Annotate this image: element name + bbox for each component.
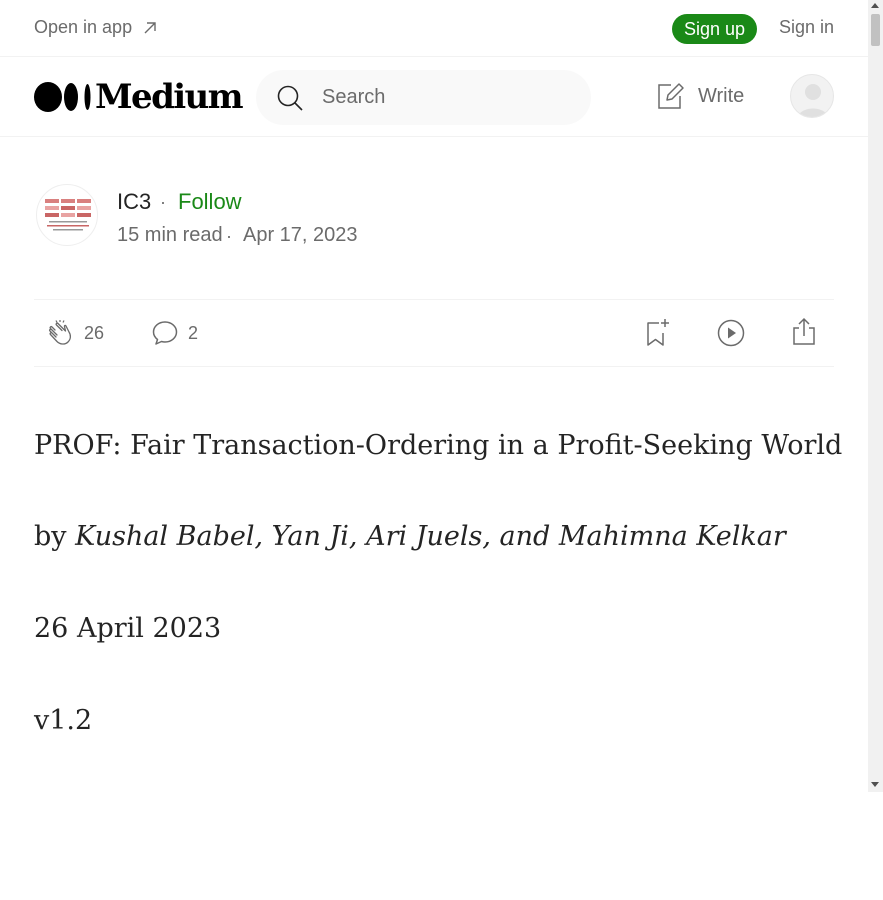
article-title-paragraph: PROF: Fair Transaction-Ordering in a Pro…	[34, 430, 843, 461]
search-bar[interactable]	[256, 70, 591, 125]
article-version: v1.2	[34, 705, 93, 736]
write-button[interactable]: Write	[655, 81, 744, 111]
article-date: 26 April 2023	[34, 613, 222, 644]
bookmark-button[interactable]	[642, 318, 672, 348]
user-avatar[interactable]	[790, 74, 834, 118]
responses-button[interactable]: 2	[150, 318, 198, 348]
medium-logo[interactable]: Medium	[34, 77, 244, 117]
open-in-app-label: Open in app	[34, 17, 133, 37]
listen-button[interactable]	[716, 318, 746, 348]
top-banner: Open in app Sign up Sign in	[0, 0, 868, 57]
clap-icon	[49, 320, 72, 345]
publication-avatar[interactable]	[36, 184, 98, 246]
separator-dot: ·	[160, 192, 166, 212]
page-viewport: Open in app Sign up Sign in Medium Searc…	[0, 0, 868, 792]
response-count: 2	[188, 322, 199, 343]
sign-in-link[interactable]: Sign in	[779, 17, 834, 38]
sign-up-label: Sign up	[683, 18, 746, 39]
open-in-app-link[interactable]: Open in app	[34, 17, 158, 38]
clap-count: 26	[84, 322, 105, 343]
vertical-scrollbar[interactable]	[868, 0, 883, 792]
arrow-up-right-icon	[144, 21, 156, 33]
share-icon	[793, 317, 815, 345]
bookmark-add-icon	[647, 319, 669, 346]
clap-button[interactable]: 26	[46, 318, 104, 348]
write-label: Write	[698, 84, 745, 107]
search-input[interactable]	[322, 86, 562, 109]
publication-logo-icon	[45, 199, 91, 231]
scroll-up-arrow-icon[interactable]	[871, 3, 879, 8]
follow-button[interactable]: Follow	[178, 189, 242, 215]
sign-up-button[interactable]: Sign up	[672, 14, 757, 44]
write-icon	[658, 83, 684, 109]
site-header: Medium Write	[0, 57, 868, 137]
medium-logo-wordmark: Medium	[95, 77, 244, 117]
read-time: 15 min read	[117, 224, 223, 246]
avatar-placeholder-icon	[797, 84, 829, 117]
byline-prefix: by	[34, 521, 76, 552]
publication-name[interactable]: IC3	[117, 189, 151, 215]
scroll-down-arrow-icon[interactable]	[871, 782, 879, 787]
byline-authors: Kushal Babel, Yan Ji, Ari Juels, and Mah…	[75, 521, 786, 552]
search-icon	[277, 85, 303, 111]
play-icon	[717, 319, 745, 347]
separator-dot: ·	[226, 226, 232, 246]
share-button[interactable]	[789, 317, 819, 347]
article-byline: by Kushal Babel, Yan Ji, Ari Juels, and …	[34, 521, 786, 552]
publish-date: Apr 17, 2023	[243, 224, 358, 246]
action-bar: 26 2	[34, 299, 834, 367]
scrollbar-thumb[interactable]	[871, 14, 880, 46]
comment-icon	[152, 321, 178, 345]
medium-logo-mark-icon	[34, 82, 91, 112]
